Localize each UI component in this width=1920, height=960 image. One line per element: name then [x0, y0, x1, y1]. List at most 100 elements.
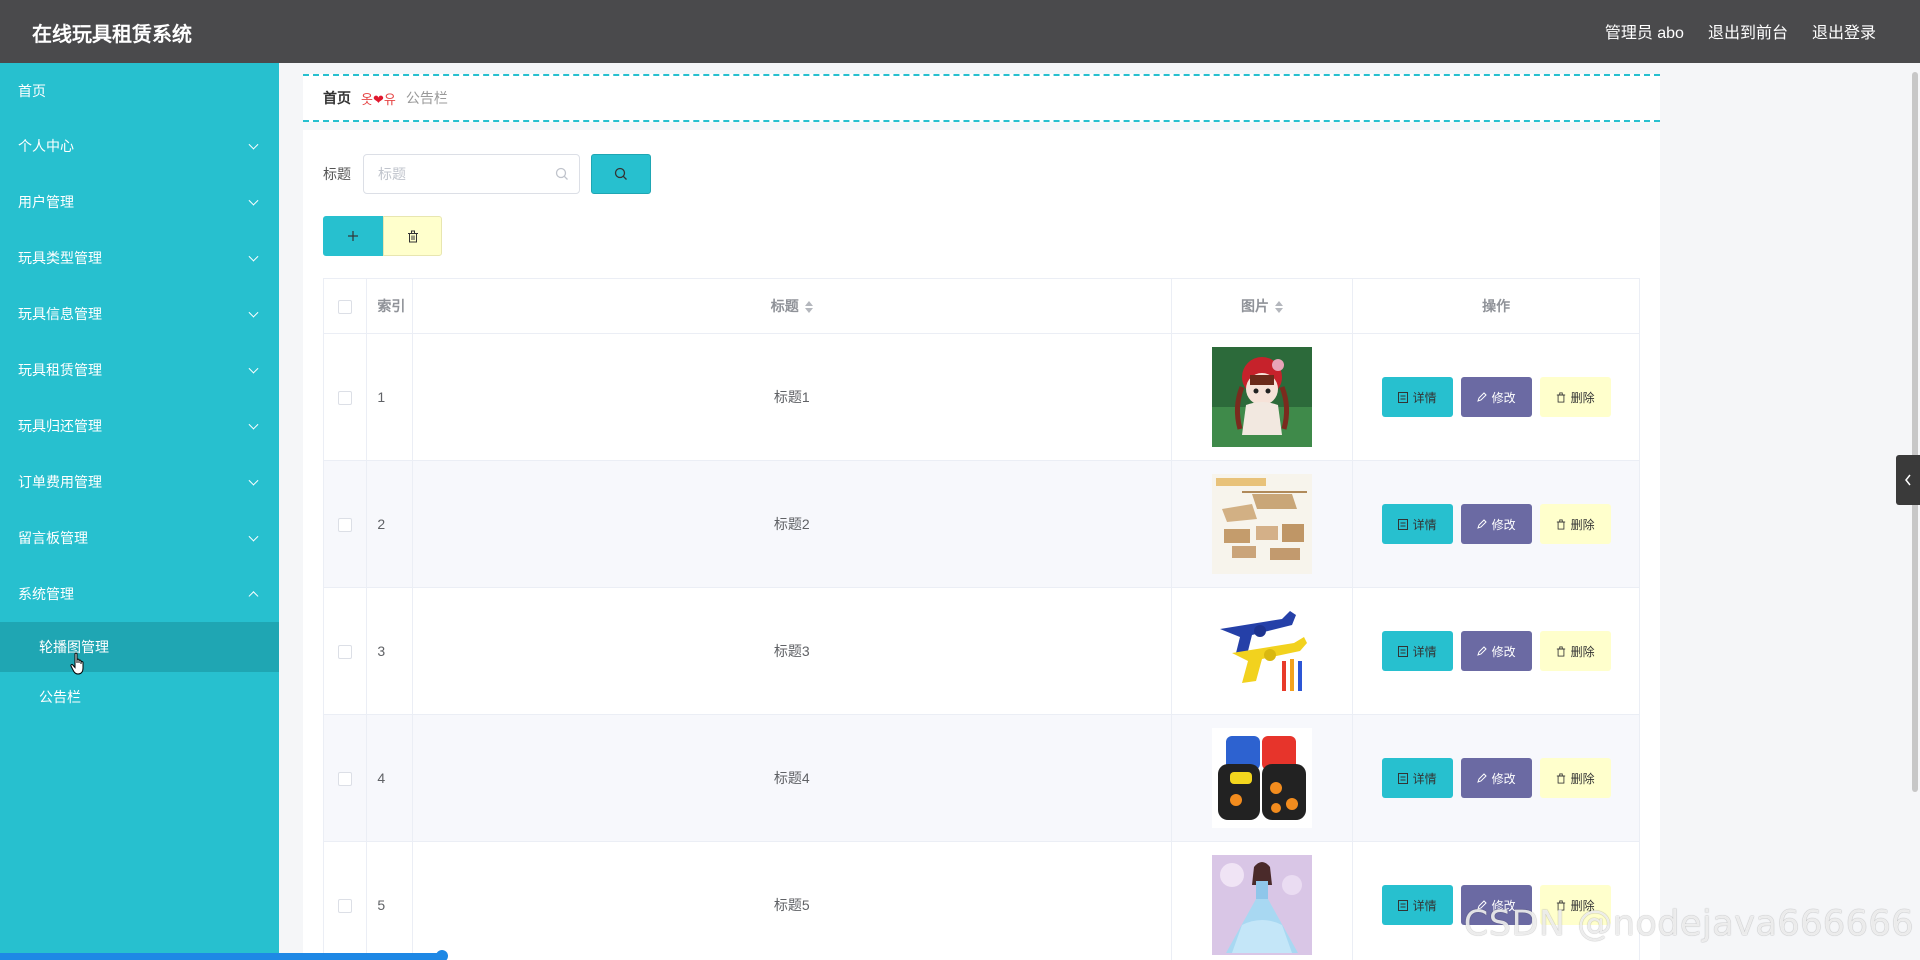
header-title[interactable]: 标题	[411, 278, 1172, 334]
row-checkbox-cell	[322, 587, 368, 715]
sort-icon[interactable]	[804, 300, 813, 314]
logout-link[interactable]: 退出登录	[1812, 19, 1876, 43]
document-icon	[1397, 518, 1408, 530]
edit-button[interactable]: 修改	[1460, 758, 1532, 798]
progress-knob[interactable]	[436, 950, 448, 960]
detail-label: 详情	[1412, 644, 1437, 659]
delete-button[interactable]: 删除	[1539, 758, 1611, 798]
detail-label: 详情	[1412, 771, 1437, 786]
sidebar-item-personal-center[interactable]: 个人中心	[0, 118, 279, 174]
row-image-cell	[1170, 333, 1354, 461]
breadcrumb: 首页 옷❤유 公告栏	[303, 74, 1660, 122]
delete-button[interactable]: 删除	[1539, 377, 1611, 417]
sidebar-item-toy-rental-management[interactable]: 玩具租赁管理	[0, 342, 279, 398]
chevron-down-icon	[248, 531, 259, 542]
sidebar-item-order-fee-management[interactable]: 订单费用管理	[0, 454, 279, 510]
edit-label: 修改	[1491, 390, 1516, 405]
toy-dart-guns-image[interactable]	[1211, 601, 1312, 701]
detail-button[interactable]: 详情	[1381, 631, 1453, 671]
add-button[interactable]	[323, 216, 383, 256]
header-image-label: 图片	[1240, 298, 1269, 314]
row-checkbox[interactable]	[338, 772, 353, 787]
search-label: 标题	[323, 166, 351, 182]
sidebar-item-toy-info-management[interactable]: 玩具信息管理	[0, 286, 279, 342]
search-icon	[555, 167, 568, 180]
detail-button[interactable]: 详情	[1381, 885, 1453, 925]
header-checkbox-cell	[322, 278, 368, 334]
foam-toy-blocks-image[interactable]	[1211, 728, 1312, 828]
pencil-icon	[1476, 392, 1487, 402]
sidebar-subitem-label: 公告栏	[39, 689, 81, 705]
sort-icon[interactable]	[1274, 300, 1283, 314]
row-checkbox[interactable]	[338, 518, 353, 533]
admin-user-link[interactable]: 管理员 abo	[1605, 19, 1684, 43]
action-row	[323, 216, 442, 256]
edit-label: 修改	[1491, 644, 1516, 659]
sidebar-item-system-management[interactable]: 系统管理	[0, 566, 279, 622]
chevron-down-icon	[248, 419, 259, 430]
pencil-icon	[1476, 773, 1487, 783]
table-row: 2 标题2 详情 修改 删除	[322, 460, 1640, 588]
row-title: 标题2	[411, 460, 1172, 588]
sidebar-item-home[interactable]: 首页	[0, 63, 279, 118]
detail-button[interactable]: 详情	[1381, 758, 1453, 798]
row-title: 标题3	[411, 587, 1172, 715]
princess-doll-image[interactable]	[1211, 855, 1312, 955]
breadcrumb-current: 公告栏	[405, 90, 448, 106]
document-icon	[1397, 391, 1408, 403]
search-input[interactable]	[364, 155, 579, 193]
data-table: 索引 标题 图片 操作 1 标题1 详情 修改 删除 2 标题2 详情 修改 删…	[322, 278, 1640, 960]
select-all-checkbox[interactable]	[338, 300, 353, 315]
edit-button[interactable]: 修改	[1460, 377, 1532, 417]
detail-button[interactable]: 详情	[1381, 377, 1453, 417]
trash-icon	[1556, 392, 1565, 402]
row-checkbox[interactable]	[338, 391, 353, 406]
table-row: 3 标题3 详情 修改 删除	[322, 587, 1640, 715]
sidebar: 首页 个人中心 用户管理 玩具类型管理 玩具信息管理 玩具租赁管理 玩具归还管理…	[0, 63, 279, 960]
delete-button[interactable]: 删除	[1539, 504, 1611, 544]
wooden-vehicle-models-image[interactable]	[1211, 474, 1312, 574]
table-header-row: 索引 标题 图片 操作	[322, 278, 1640, 334]
page-scrollbar-thumb[interactable]	[1912, 72, 1918, 792]
delete-label: 删除	[1570, 390, 1595, 405]
row-title: 标题5	[411, 841, 1172, 960]
header-operations: 操作	[1352, 278, 1640, 334]
chevron-down-icon	[248, 363, 259, 374]
search-button[interactable]	[591, 154, 651, 194]
edit-button[interactable]: 修改	[1460, 631, 1532, 671]
delete-button[interactable]: 删除	[1539, 631, 1611, 671]
heart-icon: ❤	[372, 91, 384, 107]
main-content: 首页 옷❤유 公告栏 标题 标题 索引 标题 图片 操作 1 标题1 详情 修改…	[279, 63, 1920, 960]
trash-icon	[1556, 773, 1565, 784]
detail-button[interactable]: 详情	[1381, 504, 1453, 544]
sidebar-item-message-board-management[interactable]: 留言板管理	[0, 510, 279, 566]
header-image[interactable]: 图片	[1170, 278, 1354, 334]
edit-button[interactable]: 修改	[1460, 504, 1532, 544]
sidebar-item-label: 玩具信息管理	[18, 306, 102, 322]
row-checkbox[interactable]	[338, 899, 353, 914]
row-checkbox[interactable]	[338, 645, 353, 660]
breadcrumb-separator: 옷❤유	[361, 89, 396, 108]
sidebar-item-toy-type-management[interactable]: 玩具类型管理	[0, 230, 279, 286]
row-checkbox-cell	[322, 333, 368, 461]
sidebar-subitem-notice-board[interactable]: 公告栏	[0, 672, 279, 722]
row-index: 2	[366, 460, 413, 588]
sidebar-item-label: 留言板管理	[18, 530, 88, 546]
chevron-down-icon	[248, 139, 259, 150]
detail-label: 详情	[1412, 390, 1437, 405]
sidebar-subitem-carousel-management[interactable]: 轮播图管理	[0, 622, 279, 672]
top-links: 管理员 abo 退出到前台 退出登录	[1605, 19, 1876, 43]
batch-delete-button[interactable]	[383, 216, 442, 256]
breadcrumb-home[interactable]: 首页	[323, 88, 351, 108]
loading-progress-bar	[0, 953, 442, 960]
back-to-frontend-link[interactable]: 退出到前台	[1708, 19, 1788, 43]
row-image-cell	[1170, 460, 1354, 588]
trash-icon	[407, 230, 418, 242]
sidebar-item-user-management[interactable]: 用户管理	[0, 174, 279, 230]
chevron-up-icon	[248, 591, 259, 602]
rag-doll-toy-image[interactable]	[1211, 347, 1312, 447]
collapse-side-panel-button[interactable]	[1896, 455, 1920, 505]
header-title-label: 标题	[770, 298, 799, 314]
sidebar-item-toy-return-management[interactable]: 玩具归还管理	[0, 398, 279, 454]
chevron-left-icon	[1905, 474, 1911, 486]
